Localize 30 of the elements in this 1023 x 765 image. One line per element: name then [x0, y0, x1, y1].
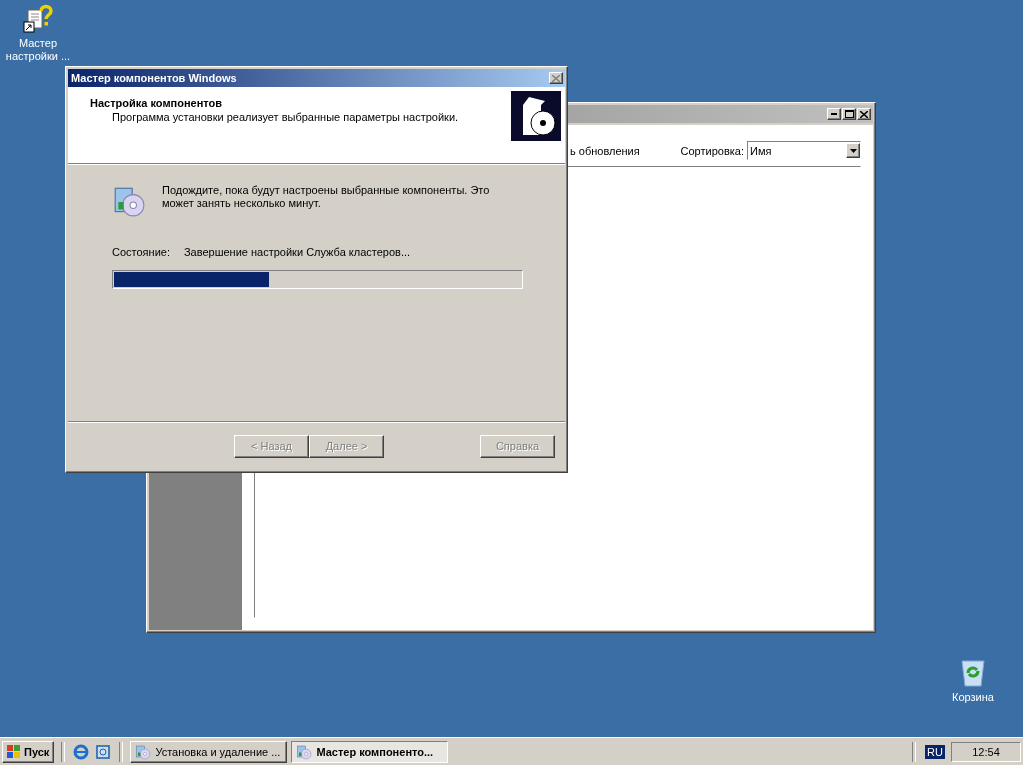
maximize-button[interactable] [842, 108, 856, 120]
partial-text: ь обновления [570, 144, 640, 157]
maximize-icon [844, 110, 854, 118]
minimize-icon [831, 113, 837, 115]
desktop-icon-label[interactable]: Корзина [952, 691, 994, 704]
windows-logo-icon [7, 745, 21, 758]
language-indicator[interactable]: RU [925, 744, 945, 759]
start-button[interactable]: Пуск [2, 740, 55, 763]
wait-message: Подождите, пока будут настроены выбранные компоненты. Это может занять несколько минут. [162, 184, 491, 210]
header-subtitle: Программа установки реализует выбранные параметры настройки. [111, 111, 459, 123]
help-wizard-icon [22, 2, 54, 34]
browser-icon[interactable] [72, 742, 91, 761]
close-icon [860, 110, 868, 118]
status-text: Завершение настройки Служба кластеров... [183, 246, 411, 258]
window-title: Мастер компонентов Windows [71, 72, 237, 84]
status-label: Состояние: [112, 246, 170, 258]
close-button[interactable] [857, 108, 871, 120]
disc-icon [296, 743, 313, 760]
header-title: Настройка компонентов [90, 97, 223, 109]
taskbar-button[interactable]: Мастер компоненто... [291, 740, 449, 763]
close-icon [552, 74, 560, 82]
desktop-icon-label[interactable]: Мастер настройки ... [0, 37, 76, 63]
close-button[interactable] [549, 72, 563, 84]
clock: 12:54 [951, 741, 1021, 762]
minimize-button[interactable] [827, 108, 841, 120]
sort-dropdown[interactable]: Имя [747, 141, 861, 160]
taskbar-button[interactable]: Установка и удаление ... [130, 740, 288, 763]
disc-icon [135, 743, 152, 760]
sort-label: Сортировка: [680, 144, 744, 157]
caret-icon [849, 148, 857, 153]
